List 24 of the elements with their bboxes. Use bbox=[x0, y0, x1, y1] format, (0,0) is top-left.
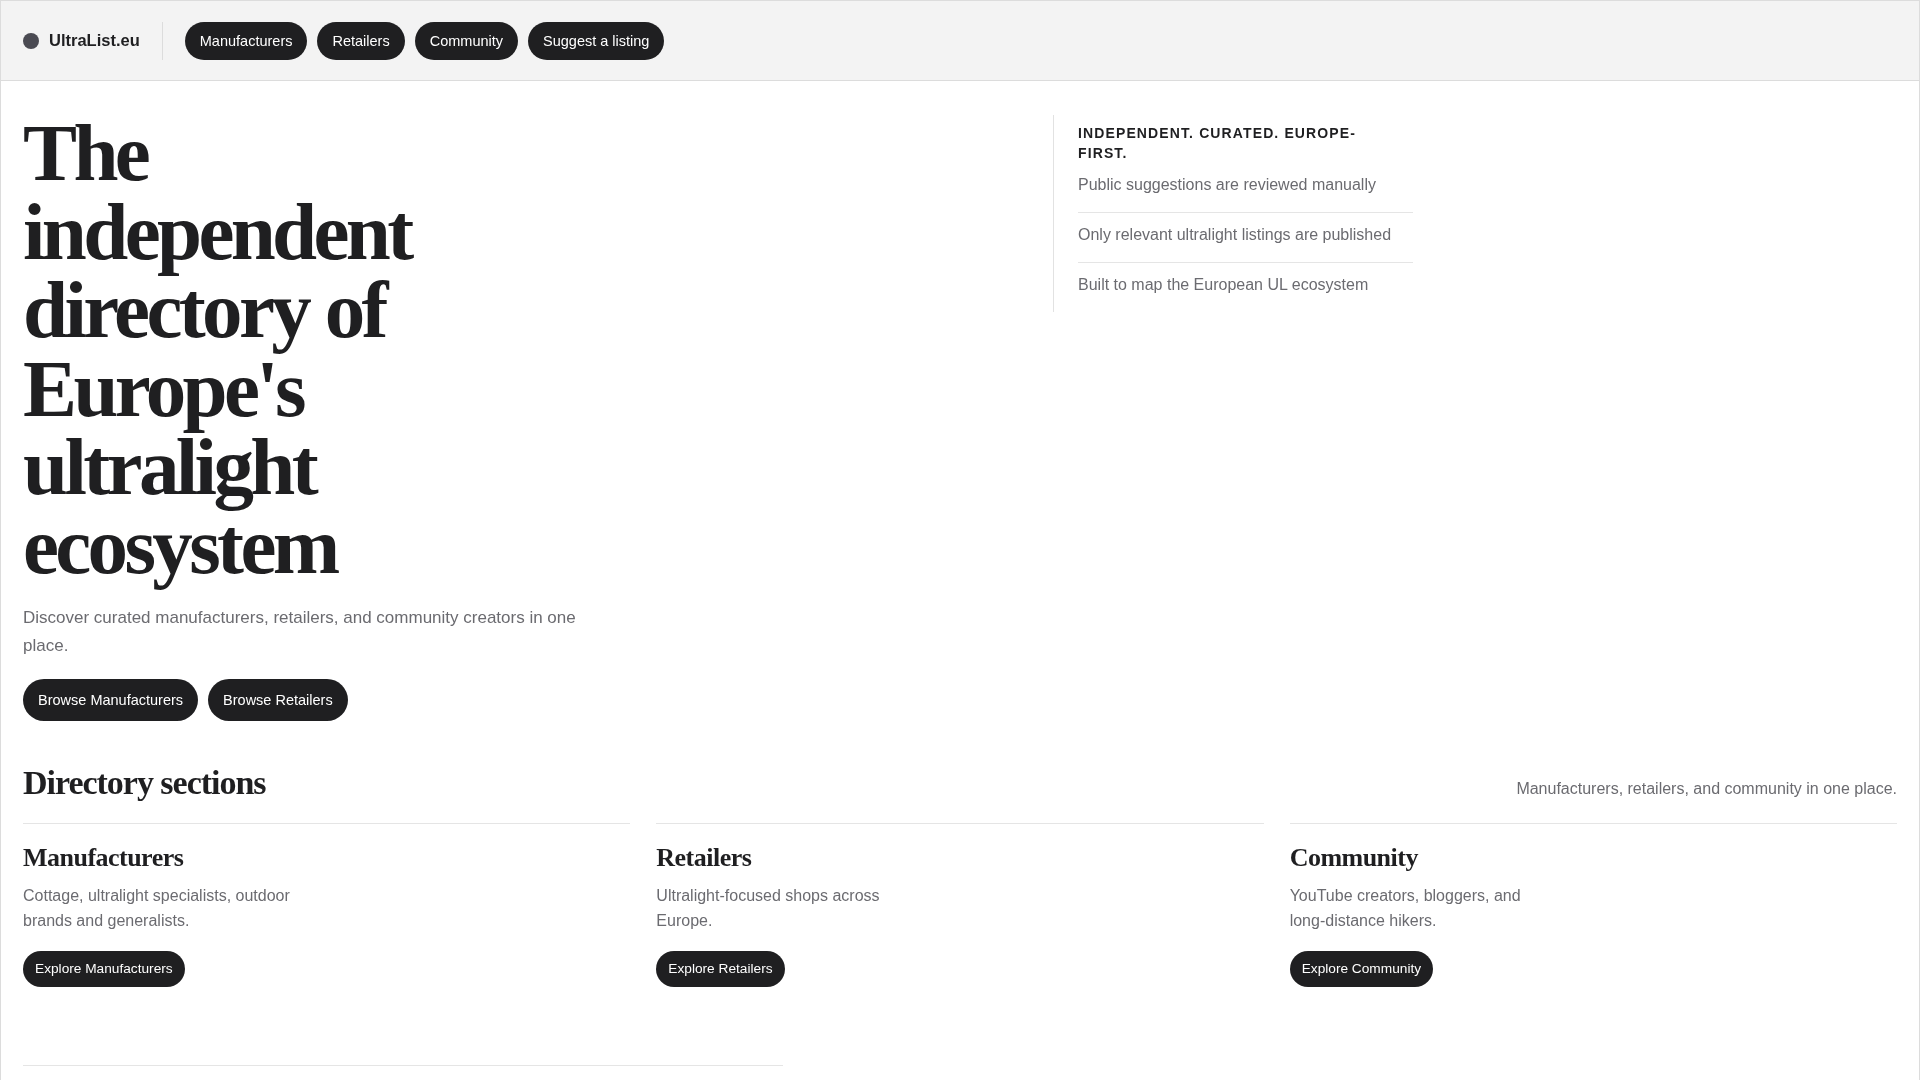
explore-button[interactable]: Explore Manufacturers bbox=[23, 950, 185, 987]
card-description: Ultralight-focused shops across Europe. bbox=[656, 885, 881, 931]
logo-dot-icon bbox=[23, 32, 39, 49]
hero-subtitle: Discover curated manufacturers, retailers, and community creators in one place. bbox=[23, 606, 577, 657]
section-heading: Directory sections bbox=[23, 763, 266, 801]
card-title: Manufacturers bbox=[23, 841, 185, 873]
highlight-item: Public suggestions are reviewed manually bbox=[1078, 175, 1377, 195]
highlight-item: Built to map the European UL ecosystem bbox=[1078, 262, 1413, 312]
nav-button[interactable]: Suggest a listing bbox=[528, 21, 665, 60]
browse-button[interactable]: Browse Manufacturers bbox=[23, 678, 199, 721]
highlights-title: INDEPENDENT. CURATED. EUROPE-FIRST. bbox=[1078, 124, 1358, 163]
card-title: Community bbox=[1289, 841, 1420, 873]
nav-button[interactable]: Community bbox=[414, 21, 518, 60]
card-title: Retailers bbox=[656, 841, 753, 873]
site-logo-link[interactable]: UltraList.eu bbox=[49, 31, 140, 50]
card-description: Cottage, ultralight specialists, outdoor brands and generalists. bbox=[23, 885, 291, 931]
explore-button[interactable]: Explore Community bbox=[1289, 950, 1434, 987]
browse-button[interactable]: Browse Retailers bbox=[208, 678, 348, 721]
explore-button[interactable]: Explore Retailers bbox=[656, 950, 785, 987]
card-description: YouTube creators, bloggers, and long-distance hikers. bbox=[1289, 885, 1522, 931]
nav-button[interactable]: Retailers bbox=[317, 21, 405, 60]
nav-button[interactable]: Manufacturers bbox=[184, 21, 308, 60]
section-summary: Manufacturers, retailers, and community in one place. bbox=[1516, 778, 1897, 799]
highlight-item: Only relevant ultralight listings are published bbox=[1078, 212, 1413, 262]
